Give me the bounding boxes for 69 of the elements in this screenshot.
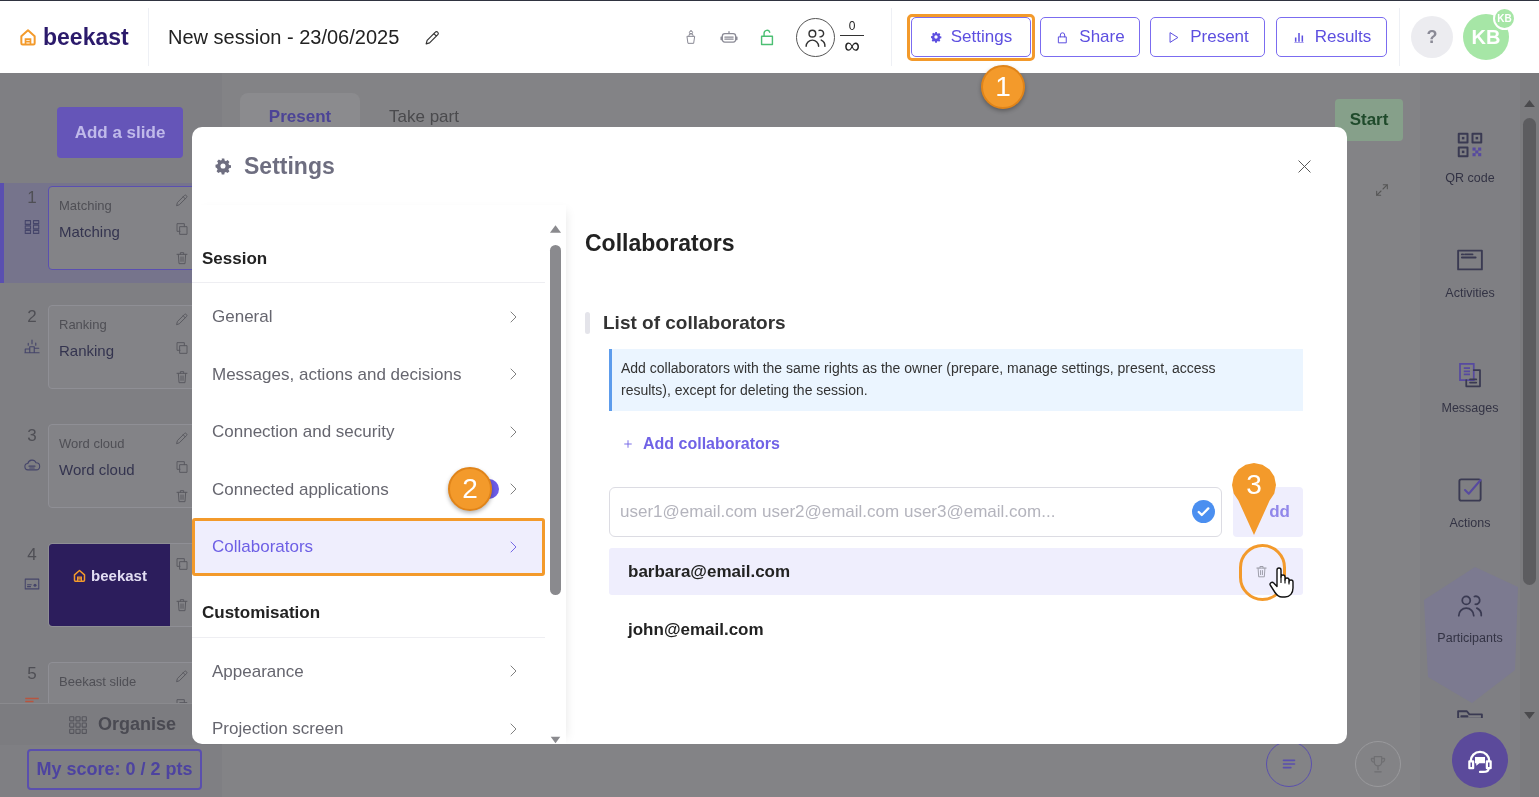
present-button[interactable]: Present (1150, 17, 1265, 57)
session-title: New session - 23/06/2025 (168, 25, 400, 50)
tab[interactable]: Take part (360, 93, 488, 141)
thumbnail-logo-text: beekast (91, 566, 147, 586)
menu-item[interactable]: Collaborators (195, 521, 542, 573)
tool-button[interactable]: QR code (1445, 130, 1495, 186)
grid-icon (68, 714, 88, 735)
slide-title: Word cloud (59, 461, 135, 479)
settings-button[interactable]: Settings (911, 17, 1031, 57)
qr-code-icon (1455, 130, 1485, 160)
trash-icon[interactable] (174, 250, 190, 266)
expand-arrows-icon[interactable] (1374, 182, 1390, 198)
accent-bar (585, 312, 590, 334)
bar-chart-icon (1291, 30, 1306, 44)
callout-marker: 1 (981, 64, 1025, 109)
collaborator-email: barbara@email.com (628, 560, 791, 583)
trash-icon[interactable] (174, 369, 190, 385)
copy-icon[interactable] (174, 221, 190, 237)
hand-cursor-icon (1268, 566, 1296, 600)
brand-name: beekast (43, 25, 129, 49)
help-button[interactable]: ? (1411, 16, 1453, 58)
score-button[interactable]: My score: 0 / 2 pts (27, 749, 202, 790)
copy-icon[interactable] (174, 556, 190, 572)
scrollbar-thumb[interactable] (550, 245, 561, 595)
arrow-up-icon[interactable] (549, 224, 562, 234)
add-slide-button[interactable]: Add a slide (57, 107, 183, 158)
collaborator-email: john@email.com (628, 618, 764, 641)
add-collaborators-link[interactable]: Add collaborators (623, 432, 780, 456)
plus-icon (623, 439, 633, 449)
logo-icon (18, 27, 38, 47)
cloud-icon (23, 456, 41, 474)
scrollbar-thumb[interactable] (1523, 118, 1536, 585)
trash-icon[interactable] (174, 488, 190, 504)
tool-button[interactable]: Actions (1449, 475, 1491, 531)
menu-item[interactable]: Appearance (195, 645, 542, 697)
email-field[interactable]: user1@email.com user2@email.com user3@email.com... (609, 487, 1222, 537)
tool-button[interactable]: Activities (1445, 245, 1495, 301)
tool-button[interactable]: Messages (1441, 360, 1499, 416)
participant-count: 0 (848, 18, 856, 33)
collaborator-row[interactable]: barbara@email.com (609, 548, 1303, 595)
image-card-icon (23, 575, 41, 593)
arrow-down-icon[interactable] (1523, 711, 1536, 720)
podium-icon (23, 337, 41, 355)
tiles-icon (23, 218, 41, 236)
checkbox-icon (1455, 475, 1485, 505)
participant-limit: ∞ (844, 35, 860, 56)
trash-icon[interactable] (1254, 564, 1269, 579)
section-heading: Session (192, 235, 545, 283)
slide-title: Ranking (59, 342, 115, 360)
copy-icon[interactable] (174, 459, 190, 475)
section-title: List of collaborators (603, 310, 786, 335)
close-icon[interactable] (1296, 157, 1313, 175)
panel-title: Collaborators (585, 229, 736, 257)
gear-icon (214, 157, 232, 175)
results-button[interactable]: Results (1276, 17, 1387, 57)
slide-title: Matching (59, 223, 120, 241)
callout-marker: 2 (448, 466, 492, 511)
logo-icon (72, 568, 88, 583)
section-heading: Customisation (192, 589, 545, 638)
copy-icon[interactable] (174, 340, 190, 356)
avatar-badge: KB (1493, 7, 1516, 30)
arrow-down-icon[interactable] (549, 736, 562, 744)
start-button[interactable]: Start (1335, 99, 1403, 141)
arrow-up-icon[interactable] (1523, 99, 1536, 108)
gear-icon (929, 31, 942, 43)
dialog-title: Settings (244, 151, 335, 181)
info-note: Add collaborators with the same rights as the owner (prepare, manage settings, present, access results), except for deleting the session. (609, 349, 1303, 411)
share-button[interactable]: Share (1040, 17, 1140, 57)
trash-icon[interactable] (174, 597, 190, 613)
